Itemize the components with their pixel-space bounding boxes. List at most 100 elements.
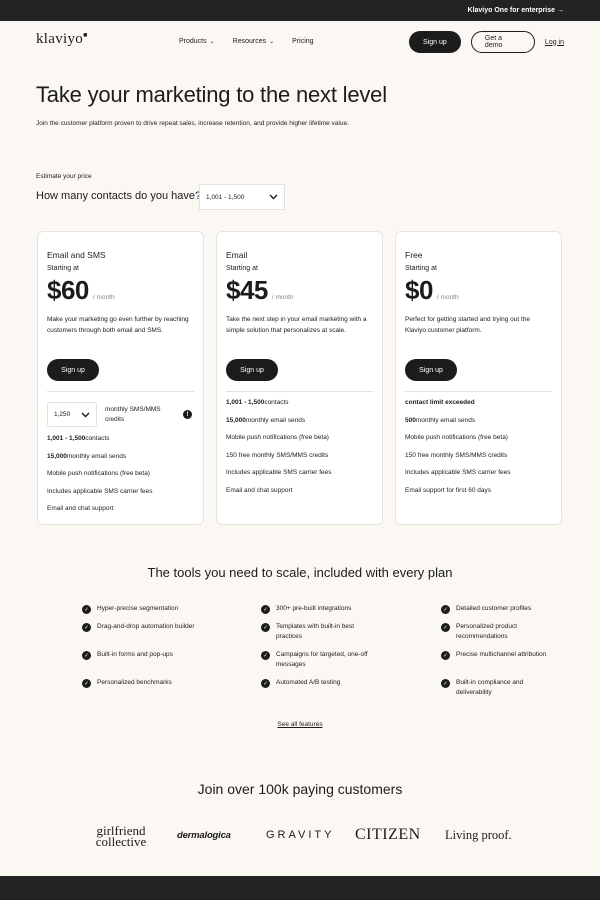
estimate-label: Estimate your price [36,173,92,180]
check-icon: ✓ [261,651,270,660]
tool-item: ✓ Built-in compliance and deliverability [441,678,546,698]
plan-card-email: Email Starting at $45 / month Take the n… [216,231,383,525]
page-title: Take your marketing to the next level [36,82,387,107]
chevron-down-icon [81,412,90,417]
check-icon: ✓ [441,623,450,632]
sms-credits-select[interactable]: 1,250 [47,402,97,427]
plan-feature: Email and chat support [47,505,114,513]
plan-name: Email and SMS [47,250,106,260]
plan-feature: Includes applicable SMS carrier fees [226,469,332,477]
check-icon: ✓ [261,623,270,632]
contacts-select-value: 1,001 - 1,500 [206,193,245,201]
logo-living-proof: Living proof. [445,828,512,842]
check-icon: ✓ [261,679,270,688]
check-icon: ✓ [441,605,450,614]
plan-name: Email [226,250,248,260]
check-icon: ✓ [261,605,270,614]
check-icon: ✓ [82,623,91,632]
tool-item: ✓ Hyper-precise segmentation [82,604,222,614]
check-icon: ✓ [441,679,450,688]
chevron-down-icon: ⌄ [209,39,215,45]
klaviyo-logo[interactable]: klaviyo■ [36,31,88,48]
info-icon[interactable]: ! [183,410,192,419]
tool-item: ✓ Templates with built-in best practices [261,622,376,642]
price-period: / month [271,294,294,301]
check-icon: ✓ [82,651,91,660]
see-all-features-link[interactable]: See all features [277,721,322,728]
check-icon: ✓ [441,651,450,660]
footer-bar [0,876,600,900]
price-amount: $60 [47,275,89,305]
plan-signup-button[interactable]: Sign up [226,359,278,381]
plan-signup-button[interactable]: Sign up [47,359,99,381]
contacts-select[interactable]: 1,001 - 1,500 [199,184,285,210]
plan-starting: Starting at [226,265,258,272]
plan-feature: 150 free monthly SMS/MMS credits [226,451,329,459]
tool-item: ✓ Precise multichannel attribution [441,650,581,660]
contacts-question: How many contacts do you have? [36,190,202,202]
plan-feature: Includes applicable SMS carrier fees [47,487,153,495]
tool-item: ✓ Campaigns for targeted, one-off message… [261,650,391,670]
plan-feature: Email and chat support [226,486,293,494]
plan-feature: 15,000 monthly email sends [226,416,306,424]
divider [405,391,552,392]
plan-feature: Email support for first 60 days [405,486,491,494]
price-period: / month [436,294,459,301]
customers-title: Join over 100k paying customers [197,781,403,797]
divider [47,391,194,392]
logo-citizen: CITIZEN [355,826,421,843]
enterprise-banner: Klaviyo One for enterprise → [0,0,600,21]
plan-card-email-sms: Email and SMS Starting at $60 / month Ma… [37,231,204,525]
plan-feature: 1,001 - 1,500 contacts [226,399,289,407]
see-all-features: See all features [0,721,600,728]
plan-description: Perfect for getting started and trying o… [405,316,531,334]
plan-feature: 150 free monthly SMS/MMS credits [405,451,508,459]
tools-title: The tools you need to scale, included wi… [147,565,453,580]
plan-name: Free [405,250,423,260]
main-nav: klaviyo■ Products ⌄ Resources ⌄ Pricing Si… [0,21,600,63]
logo-girlfriend-collective: girlfriend collective [95,823,147,849]
sms-credits-row: 1,250 monthly SMS/MMS credits ! [47,402,194,427]
chevron-down-icon [269,194,278,200]
tool-item: ✓ Personalized product recommendations [441,622,541,642]
plan-description: Take the next step in your email marketi… [226,316,367,334]
price-period: / month [92,294,115,301]
tool-item: ✓ Drag-and-drop automation builder [82,622,202,632]
plan-price: $0 / month [405,275,552,306]
get-demo-button[interactable]: Get a demo [470,31,535,53]
chevron-down-icon: ⌄ [269,39,275,45]
plan-starting: Starting at [47,265,79,272]
nav-links: Products ⌄ Resources ⌄ Pricing [179,38,314,45]
page-subtitle: Join the customer platform proven to dri… [36,120,349,127]
plan-feature: 500 monthly email sends [405,416,476,424]
nav-resources[interactable]: Resources ⌄ [233,38,275,45]
plan-feature: contact limit exceeded [405,399,475,407]
login-link[interactable]: Log in [545,39,564,46]
plan-signup-button[interactable]: Sign up [405,359,457,381]
tool-item: ✓ Detailed customer profiles [441,604,581,614]
nav-actions: Sign up Get a demo Log in [408,31,564,53]
plan-feature: Mobile push notifications (free beta) [226,434,329,442]
price-amount: $45 [226,275,268,305]
nav-products[interactable]: Products ⌄ [179,38,215,45]
signup-button[interactable]: Sign up [408,31,461,53]
plan-feature: Mobile push notifications (free beta) [47,470,150,478]
plan-feature: 1,001 - 1,500 contacts [47,435,110,443]
check-icon: ✓ [82,605,91,614]
plan-price: $45 / month [226,275,373,306]
check-icon: ✓ [82,679,91,688]
plan-feature: 15,000 monthly email sends [47,452,127,460]
tool-item: ✓ Personalized benchmarks [82,678,222,688]
plan-starting: Starting at [405,265,437,272]
plan-feature: Includes applicable SMS carrier fees [405,469,511,477]
tool-item: ✓ Built-in forms and pop-ups [82,650,222,660]
enterprise-link[interactable]: Klaviyo One for enterprise → [468,7,564,14]
plan-price: $60 / month [47,275,194,306]
plan-feature: Mobile push notifications (free beta) [405,434,508,442]
nav-pricing[interactable]: Pricing [292,38,313,45]
divider [226,391,373,392]
sms-credits-value: 1,250 [54,411,71,418]
plan-card-free: Free Starting at $0 / month Perfect for … [395,231,562,525]
tool-item: ✓ 300+ pre-built integrations [261,604,401,614]
plan-description: Make your marketing go even further by r… [47,316,189,334]
